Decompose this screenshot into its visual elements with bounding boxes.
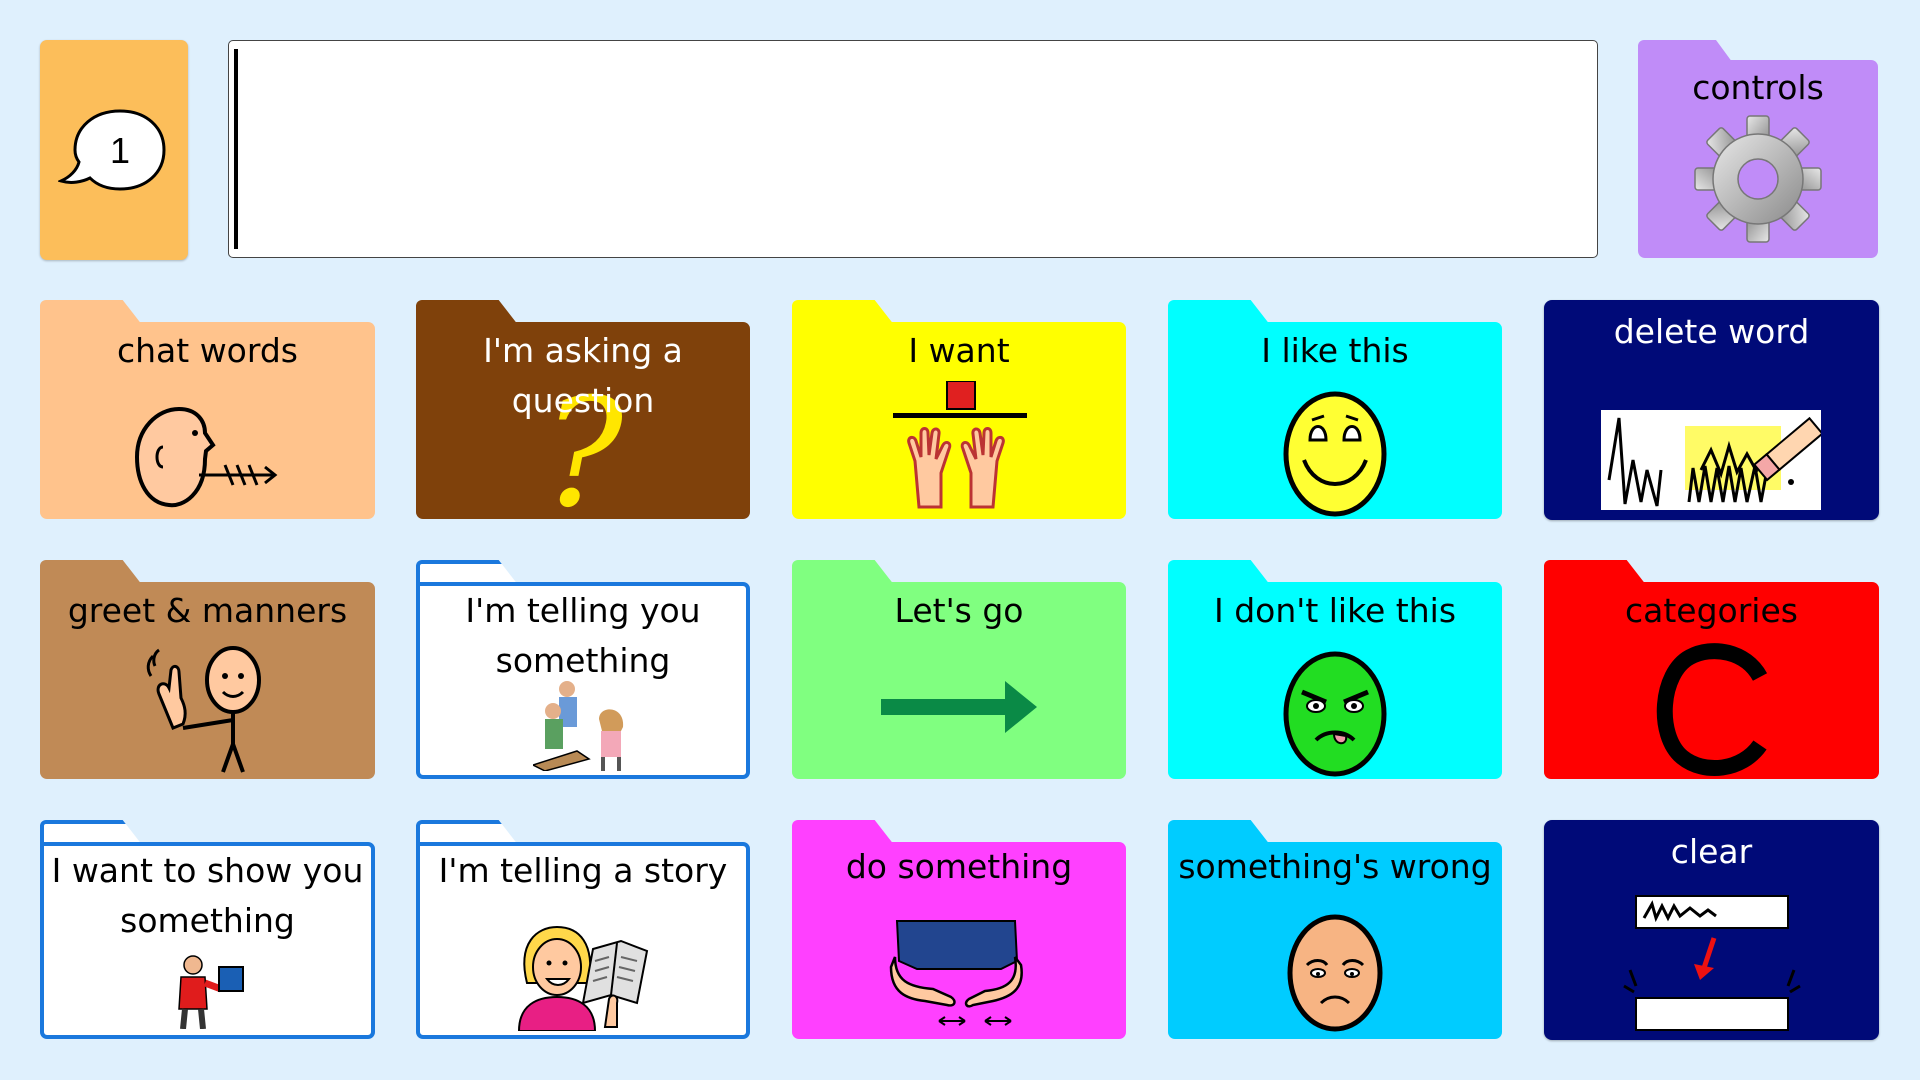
i-like-this-folder[interactable]: I like this (1168, 300, 1502, 519)
controls-label: controls (1692, 68, 1824, 107)
lets-go-label: Let's go (894, 591, 1024, 630)
categories-label: categories (1625, 591, 1798, 630)
delete-word-label: delete word (1613, 312, 1810, 351)
do-something-folder[interactable]: do something (792, 820, 1126, 1039)
eraser-scribble-icon (1601, 410, 1821, 510)
people-talking-icon (533, 681, 624, 771)
telling-something-label: I'm telling you something (465, 591, 701, 680)
telling-story-folder[interactable]: I'm telling a story (416, 820, 750, 1039)
sad-face-icon (1287, 914, 1383, 1032)
woman-reading-icon (517, 925, 649, 1031)
dont-like-this-label: I don't like this (1213, 591, 1457, 630)
telling-story-label: I'm telling a story (438, 851, 728, 890)
hands-reach-icon (893, 381, 1027, 509)
i-want-label: I want (908, 331, 1010, 370)
waving-person-icon (146, 646, 261, 773)
letter-c-icon (1656, 643, 1767, 777)
somethings-wrong-folder[interactable]: something's wrong (1168, 820, 1502, 1039)
categories-folder[interactable]: categories (1544, 560, 1879, 779)
gear-icon (1694, 115, 1822, 243)
show-you-something-folder[interactable]: I want to show you something (40, 820, 375, 1039)
somethings-wrong-label: something's wrong (1178, 847, 1492, 886)
i-like-this-label: I like this (1261, 331, 1409, 370)
arrow-right-icon (881, 681, 1037, 733)
text-caret (234, 49, 238, 249)
angry-face-icon (1283, 651, 1387, 777)
clear-text-icon (1623, 895, 1801, 1031)
i-want-folder[interactable]: I want (792, 300, 1126, 519)
controls-folder[interactable]: controls (1638, 40, 1878, 258)
hands-doing-icon (889, 920, 1023, 1026)
lets-go-folder[interactable]: Let's go (792, 560, 1126, 779)
speech-bubble-icon: 1 (58, 109, 166, 191)
delete-word-button[interactable]: delete word (1544, 300, 1879, 520)
chat-words-folder[interactable]: chat words (40, 300, 375, 519)
clear-button[interactable]: clear (1544, 820, 1879, 1040)
asking-question-folder[interactable]: I'm asking a question ? (416, 300, 750, 519)
asking-question-label: I'm asking a question (483, 331, 683, 420)
chat-words-label: chat words (116, 331, 299, 370)
speak-button[interactable]: 1 (40, 40, 188, 260)
greet-manners-label: greet & manners (67, 591, 348, 630)
happy-face-icon (1283, 391, 1387, 517)
show-you-something-label: I want to show you something (51, 851, 364, 940)
person-showing-icon (177, 955, 244, 1029)
talking-head-icon (134, 406, 277, 508)
message-count: 1 (110, 130, 130, 171)
dont-like-this-folder[interactable]: I don't like this (1168, 560, 1502, 779)
do-something-label: do something (845, 847, 1073, 886)
clear-label: clear (1670, 832, 1753, 871)
greet-manners-folder[interactable]: greet & manners (40, 560, 375, 779)
telling-something-folder[interactable]: I'm telling you something (416, 560, 750, 779)
message-bar[interactable] (228, 40, 1598, 258)
